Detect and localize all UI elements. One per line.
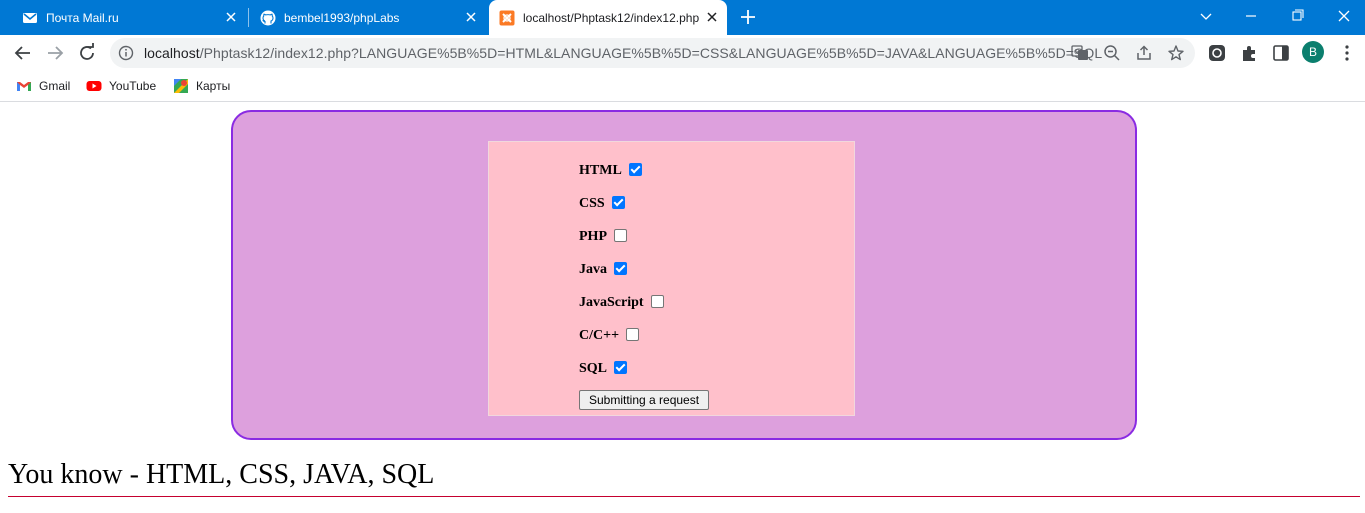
option-java[interactable]: Java <box>579 260 627 280</box>
restore-icon[interactable] <box>1287 6 1309 26</box>
xampp-icon <box>499 10 515 25</box>
info-icon[interactable] <box>118 45 134 61</box>
minimize-icon[interactable] <box>1240 6 1262 26</box>
url-text[interactable]: localhost/Phptask12/index12.php?LANGUAGE… <box>144 45 1102 61</box>
outer-container: HTML CSS PHP Java JavaScript C/C++ SQL S… <box>231 110 1137 440</box>
checkbox-c-cpp[interactable] <box>626 327 640 341</box>
option-label: SQL <box>579 361 608 376</box>
option-php[interactable]: PHP <box>579 227 627 247</box>
tab-title: Почта Mail.ru <box>46 10 119 25</box>
option-label: JavaScript <box>579 295 644 310</box>
bookmark-label: Карты <box>196 79 231 93</box>
maps-icon <box>174 79 188 93</box>
bookmark-label: Gmail <box>39 79 71 93</box>
option-javascript[interactable]: JavaScript <box>579 293 664 313</box>
url-host: localhost <box>144 45 200 61</box>
checkbox-php[interactable] <box>614 228 627 242</box>
option-sql[interactable]: SQL <box>579 359 628 379</box>
side-panel-icon[interactable] <box>1271 43 1291 63</box>
tab-localhost[interactable]: localhost/Phptask12/index12.php <box>489 0 727 35</box>
svg-text:G: G <box>1074 48 1079 56</box>
checkbox-css[interactable] <box>611 195 625 209</box>
result-heading: You know - HTML, CSS, JAVA, SQL <box>8 459 435 490</box>
extension-icon[interactable] <box>1207 43 1227 63</box>
language-form: HTML CSS PHP Java JavaScript C/C++ SQL S… <box>488 141 855 416</box>
youtube-icon <box>86 81 102 91</box>
browser-toolbar: localhost/Phptask12/index12.php?LANGUAGE… <box>0 35 1365 71</box>
chevron-down-icon[interactable] <box>1195 6 1217 26</box>
tab-separator <box>248 8 249 27</box>
page-content: HTML CSS PHP Java JavaScript C/C++ SQL S… <box>0 103 1365 513</box>
bookmark-label: YouTube <box>109 79 157 93</box>
back-arrow-icon[interactable] <box>12 42 34 64</box>
option-label: CSS <box>579 196 605 211</box>
forward-arrow-icon[interactable] <box>44 42 66 64</box>
puzzle-icon[interactable] <box>1239 43 1259 63</box>
star-icon[interactable] <box>1167 44 1185 62</box>
tab-title: localhost/Phptask12/index12.php <box>523 10 699 25</box>
option-label: Java <box>579 262 607 277</box>
translate-icon[interactable]: G <box>1071 44 1089 62</box>
address-bar[interactable]: localhost/Phptask12/index12.php?LANGUAGE… <box>110 38 1195 68</box>
zoom-out-icon[interactable] <box>1103 44 1121 62</box>
tab-title: bembel1993/phpLabs <box>284 10 400 25</box>
url-path: /Phptask12/index12.php?LANGUAGE%5B%5D=HT… <box>199 45 1103 61</box>
mail-icon <box>23 12 37 23</box>
checkbox-html[interactable] <box>628 162 642 176</box>
tab-mail[interactable]: Почта Mail.ru <box>8 0 246 35</box>
close-icon[interactable] <box>1333 6 1355 26</box>
checkbox-javascript[interactable] <box>650 294 664 308</box>
close-tab-icon[interactable] <box>464 10 478 24</box>
tab-strip: Почта Mail.ru bembel1993/phpLabs localho… <box>0 0 1365 35</box>
checkbox-java[interactable] <box>614 261 627 275</box>
tab-github[interactable]: bembel1993/phpLabs <box>250 0 486 35</box>
menu-icon[interactable] <box>1337 43 1357 63</box>
horizontal-rule <box>8 496 1360 497</box>
option-css[interactable]: CSS <box>579 194 625 214</box>
bookmark-maps[interactable]: Карты <box>173 77 230 95</box>
share-icon[interactable] <box>1135 44 1153 62</box>
option-label: PHP <box>579 229 607 244</box>
submit-request-button[interactable]: Submitting a request <box>579 390 710 410</box>
close-tab-icon[interactable] <box>705 10 719 24</box>
option-html[interactable]: HTML <box>579 161 642 181</box>
option-label: C/C++ <box>579 328 620 343</box>
gmail-icon <box>17 82 31 91</box>
github-icon <box>260 10 276 25</box>
option-label: HTML <box>579 163 622 178</box>
new-tab-icon[interactable] <box>738 7 758 27</box>
bookmark-youtube[interactable]: YouTube <box>86 77 156 95</box>
close-tab-icon[interactable] <box>224 10 238 24</box>
reload-icon[interactable] <box>76 42 98 64</box>
checkbox-sql[interactable] <box>614 360 628 374</box>
profile-avatar[interactable]: B <box>1302 41 1324 63</box>
bookmarks-bar: Gmail YouTube Карты <box>0 71 1365 102</box>
option-c-cpp[interactable]: C/C++ <box>579 326 640 346</box>
bookmark-gmail[interactable]: Gmail <box>16 77 70 95</box>
